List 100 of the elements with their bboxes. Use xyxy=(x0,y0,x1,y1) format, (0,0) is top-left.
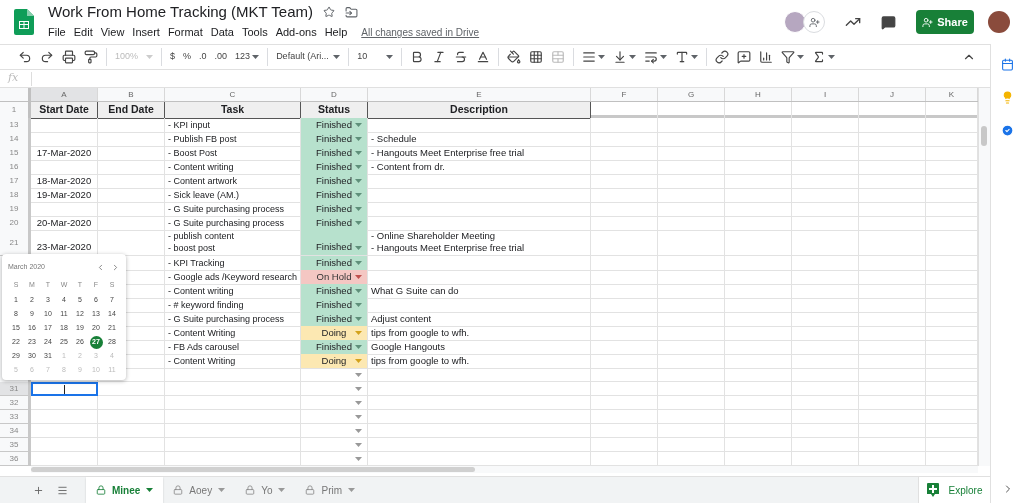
star-icon[interactable] xyxy=(323,6,336,19)
redo-icon xyxy=(40,50,54,64)
next-month-icon[interactable] xyxy=(111,262,120,272)
active-cell[interactable] xyxy=(31,382,98,396)
lock-icon xyxy=(173,485,184,495)
table-cell: - # keyword finding xyxy=(165,298,301,314)
menu-item[interactable]: Edit xyxy=(73,24,93,41)
empty-cell xyxy=(591,146,658,162)
empty-cell xyxy=(792,174,859,190)
empty-cell xyxy=(792,284,859,300)
empty-cell xyxy=(658,188,725,204)
column-header[interactable]: D xyxy=(301,88,368,101)
column-header[interactable]: G xyxy=(658,88,725,101)
add-collaborator-icon[interactable] xyxy=(803,11,825,33)
menu-item[interactable]: Insert xyxy=(132,24,160,41)
menu-item[interactable]: File xyxy=(48,24,66,41)
empty-cell xyxy=(658,202,725,218)
all-sheets-icon[interactable] xyxy=(57,484,68,496)
add-sheet-icon[interactable] xyxy=(33,484,44,496)
column-header[interactable]: J xyxy=(859,88,926,101)
empty-cell xyxy=(591,312,658,328)
move-folder-icon[interactable] xyxy=(345,5,359,19)
row-number[interactable]: 35 xyxy=(0,438,31,452)
empty-cell xyxy=(859,216,926,232)
vertical-scrollbar[interactable] xyxy=(978,88,990,466)
row-number[interactable]: 36 xyxy=(0,452,31,466)
menu-item[interactable]: Help xyxy=(324,24,348,41)
column-header[interactable]: I xyxy=(792,88,859,101)
sheet-tab[interactable]: Yo xyxy=(235,477,296,503)
text-color-icon xyxy=(476,50,491,64)
insert-chart-icon xyxy=(759,50,774,64)
previous-month-icon[interactable] xyxy=(96,262,105,272)
caret-icon xyxy=(629,55,637,59)
empty-cell xyxy=(591,424,658,438)
dropdown-arrow-icon xyxy=(355,317,362,321)
table-cell: 20-Mar-2020 xyxy=(31,216,98,232)
empty-cell xyxy=(658,230,725,256)
share-button[interactable]: Share xyxy=(916,10,974,34)
calendar-icon[interactable] xyxy=(1001,58,1014,71)
empty-cell xyxy=(859,396,926,410)
empty-cell xyxy=(591,160,658,176)
empty-cell xyxy=(859,340,926,356)
header-cell: Description xyxy=(368,102,591,119)
save-status-link[interactable]: All changes saved in Drive xyxy=(361,25,480,40)
table-cell: - Content writing xyxy=(165,284,301,300)
empty-cell xyxy=(98,216,165,232)
currency-button[interactable]: $ xyxy=(166,46,180,68)
tasks-icon[interactable] xyxy=(1001,124,1014,137)
table-cell: - Google ads /Keyword research xyxy=(165,270,301,286)
row-number[interactable]: 1 xyxy=(0,102,31,119)
status-dropdown[interactable]: Doing xyxy=(301,354,368,370)
sheet-tab[interactable]: Minee xyxy=(86,477,164,503)
empty-cell xyxy=(859,118,926,134)
status-dropdown[interactable]: Finished xyxy=(301,230,368,256)
dropdown-arrow-icon xyxy=(355,246,362,250)
empty-cell xyxy=(725,216,792,232)
menu-item[interactable]: Format xyxy=(167,24,203,41)
row-number[interactable]: 33 xyxy=(0,410,31,424)
empty-cell xyxy=(658,146,725,162)
horizontal-scrollbar[interactable] xyxy=(31,466,978,473)
font-size-dropdown[interactable]: 10 xyxy=(353,46,398,68)
empty-cell xyxy=(792,396,859,410)
menu-item[interactable]: Tools xyxy=(241,24,268,41)
decrease-decimals-button[interactable]: .0 xyxy=(195,46,211,68)
empty-cell xyxy=(725,284,792,300)
column-header[interactable]: E xyxy=(368,88,591,101)
percent-button[interactable]: % xyxy=(179,46,196,68)
number-format-dropdown[interactable]: 123 xyxy=(231,46,264,68)
column-header[interactable]: B xyxy=(98,88,165,101)
increase-decimals-button[interactable]: .00 xyxy=(210,46,232,68)
dropdown-arrow-icon xyxy=(355,137,362,141)
explore-button[interactable]: Explore xyxy=(918,477,990,503)
empty-cell xyxy=(591,188,658,204)
empty-cell xyxy=(98,396,165,410)
person-plus-icon xyxy=(808,16,820,28)
menu-item[interactable]: Data xyxy=(210,24,234,41)
empty-cell xyxy=(658,132,725,148)
document-title[interactable]: Work From Home Tracking (MKT Team) xyxy=(48,3,314,22)
undo-icon xyxy=(18,50,32,64)
column-header[interactable]: H xyxy=(725,88,792,101)
menu-item[interactable]: Add-ons xyxy=(275,24,317,41)
column-header[interactable]: C xyxy=(165,88,301,101)
sheet-tab[interactable]: Aoey xyxy=(163,477,236,503)
empty-cell xyxy=(98,424,165,438)
table-cell: 17-Mar-2020 xyxy=(31,146,98,162)
row-number[interactable]: 34 xyxy=(0,424,31,438)
column-header[interactable]: A xyxy=(31,88,98,101)
empty-cell xyxy=(859,160,926,176)
empty-cell xyxy=(591,354,658,370)
account-avatar[interactable] xyxy=(988,11,1010,33)
sheet-tab[interactable]: Prim xyxy=(295,477,366,503)
row-number[interactable]: 21 xyxy=(0,230,31,256)
comments-icon[interactable] xyxy=(881,14,896,30)
column-header[interactable]: F xyxy=(591,88,658,101)
row-number[interactable]: 32 xyxy=(0,396,31,410)
font-dropdown[interactable]: Default (Ari... xyxy=(272,46,345,68)
sheets-logo[interactable] xyxy=(14,9,34,35)
dropdown-arrow-icon xyxy=(355,429,362,433)
empty-cell xyxy=(658,216,725,232)
menu-item[interactable]: View xyxy=(100,24,125,41)
